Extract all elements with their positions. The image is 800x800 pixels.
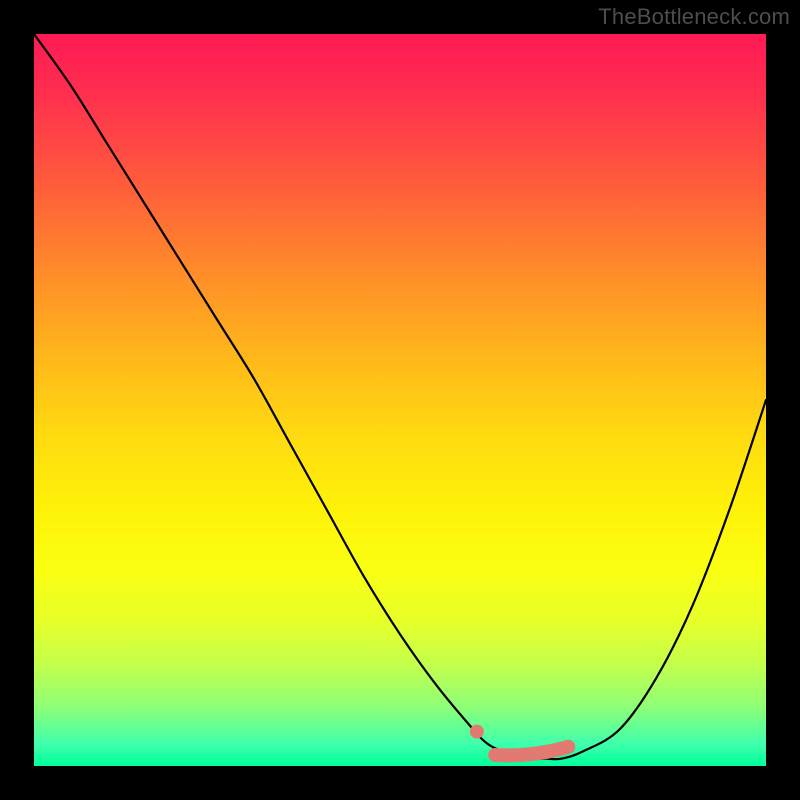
salmon-band-icon: [495, 747, 568, 756]
chart-plot-area: [34, 34, 766, 766]
chart-svg: [34, 34, 766, 766]
salmon-dot-icon: [470, 725, 484, 739]
watermark-text: TheBottleneck.com: [598, 4, 790, 30]
bottleneck-curve: [34, 34, 766, 759]
page: TheBottleneck.com: [0, 0, 800, 800]
